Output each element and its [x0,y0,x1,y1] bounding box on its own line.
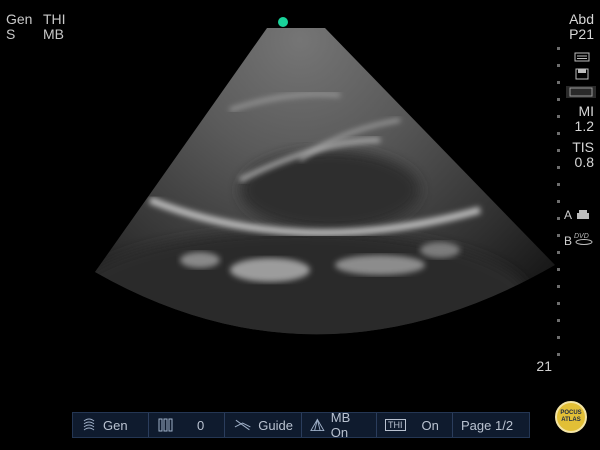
multibeam-icon [310,418,325,431]
toolbar-thi-label: On [421,417,439,433]
mi-readout: MI 1.2 [575,104,594,134]
toolbar-guide-label: Guide [258,417,293,433]
depth-label: 21 [536,358,552,374]
depth-tick [557,81,560,84]
depth-tick [557,132,560,135]
logo-line2: ATLAS [561,417,581,423]
toolbar-multibeam-label: MB On [330,410,351,440]
toolbar-multibeam-button[interactable]: MB On [302,410,377,440]
depth-tick [557,234,560,237]
depth-tick [557,183,560,186]
exam-label: Abd [569,11,594,27]
exam-info: Abd P21 [569,12,594,42]
depth-tick [557,47,560,50]
depth-tick [557,149,560,152]
screen-icon [566,86,596,98]
ultrasound-image [95,28,555,335]
toolbar-preset-label: Gen [103,417,128,433]
tis-label: TIS [572,139,594,155]
probe-icon [83,418,95,431]
depth-tick [557,302,560,305]
mi-value: 1.2 [574,118,594,134]
depth-tick [557,64,560,67]
a-label: A [564,208,573,222]
depth-tick [557,319,560,322]
b-label: B [564,234,573,248]
toolbar-page-button[interactable]: Page 1/2 [453,413,527,437]
keyboard-icon [574,52,590,62]
depth-tick [557,336,560,339]
toolbar-preset-button[interactable]: Gen [73,413,149,437]
depth-tick [557,285,560,288]
logo-line1: POCUS [560,410,582,416]
depth-tick [557,98,560,101]
pocus-atlas-logo: POCUS ATLAS [555,401,587,433]
thi-icon: THI [385,419,406,431]
svg-text:DVD: DVD [574,233,589,240]
depth-tick [557,251,560,254]
depth-tick [557,217,560,220]
depth-tick [557,200,560,203]
toolbar-thi-button[interactable]: THI On [377,413,453,437]
depth-tick [557,353,560,356]
toolbar-guide-button[interactable]: Guide [225,413,302,437]
guide-off-icon [234,419,251,431]
probe-label: P21 [569,26,594,42]
bottom-toolbar: Gen 0 Guide MB On THI On Page 1/2 [72,410,530,440]
bars-icon [158,418,173,432]
dvd-icon: DVD [574,233,593,245]
orientation-marker [278,17,288,27]
depth-tick [557,268,560,271]
toolbar-gain-label: 0 [197,417,205,433]
tis-value: 0.8 [574,154,594,170]
depth-tick [557,166,560,169]
printer-icon [577,210,589,219]
depth-tick [557,115,560,118]
save-icon [575,68,589,80]
toolbar-gain-button[interactable]: 0 [149,413,225,437]
mi-label: MI [578,103,594,119]
toolbar-page-label: Page 1/2 [461,417,514,433]
tis-readout: TIS 0.8 [572,140,594,170]
